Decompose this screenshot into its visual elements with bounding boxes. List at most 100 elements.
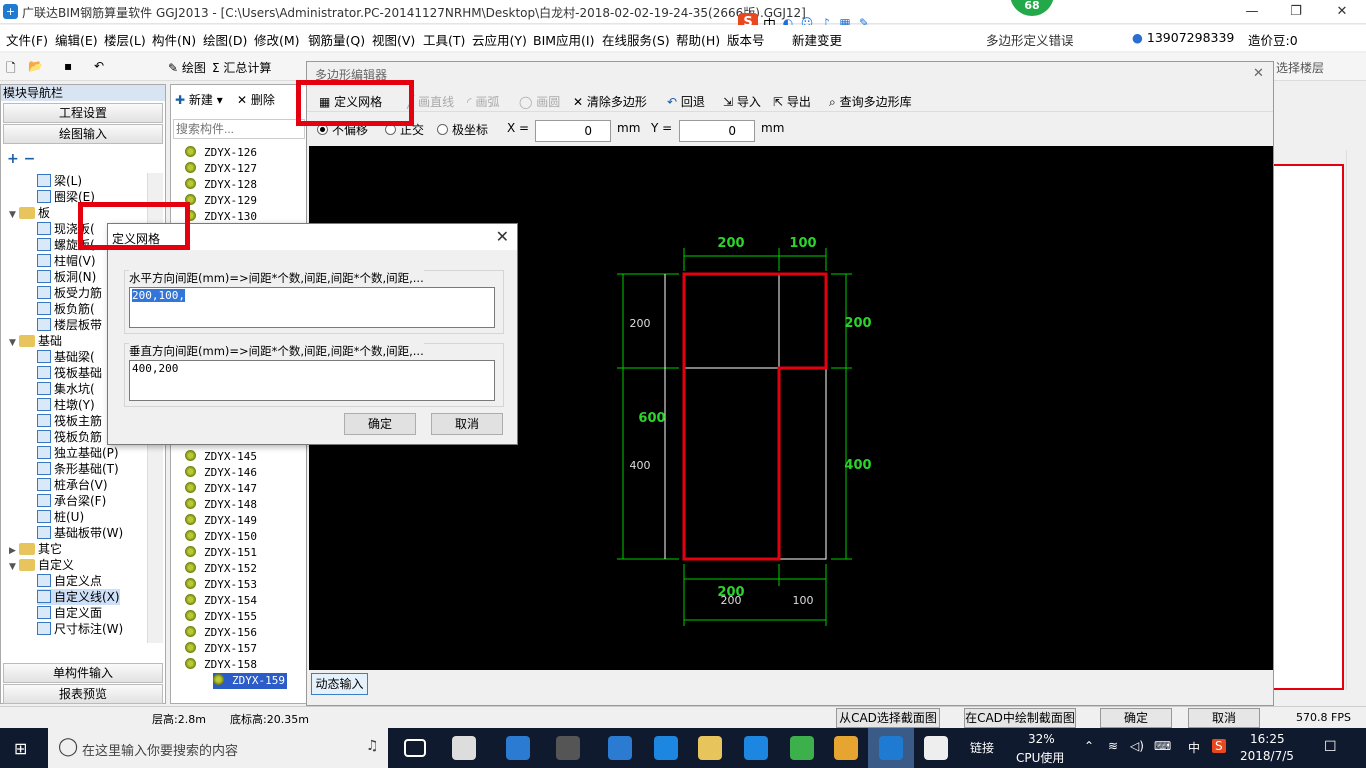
engineering-settings-button[interactable]: 工程设置 — [3, 103, 163, 123]
list-item[interactable]: ZDYX-145 — [185, 449, 257, 465]
sogou-tray-icon[interactable]: S — [1212, 739, 1226, 753]
close-button[interactable]: ✕ — [1322, 2, 1362, 22]
list-item[interactable]: ZDYX-127 — [185, 161, 257, 177]
menu-help[interactable]: 帮助(H) — [676, 30, 720, 49]
list-item[interactable]: ZDYX-129 — [185, 193, 257, 209]
collapse-icon[interactable]: ▼ — [9, 207, 19, 223]
mic-icon[interactable]: ♫ — [366, 738, 379, 754]
editor-cancel-button[interactable]: 取消 — [1188, 708, 1260, 728]
dialog-cancel-button[interactable]: 取消 — [431, 413, 503, 435]
draw-button[interactable]: ✎ 绘图 — [168, 59, 206, 76]
polar-radio[interactable]: 极坐标 — [437, 121, 488, 138]
list-item[interactable]: ZDYX-146 — [185, 465, 257, 481]
menu-cloud[interactable]: 云应用(Y) — [472, 30, 527, 49]
draw-circle-button[interactable]: ◯ 画圆 — [519, 93, 560, 110]
polygon-shape[interactable] — [682, 272, 828, 561]
y-input[interactable]: 0 — [679, 120, 755, 142]
app-icon-2[interactable] — [556, 736, 580, 760]
menu-edit[interactable]: 编辑(E) — [55, 30, 98, 49]
tree-item-selected[interactable]: 自定义线(X) — [37, 589, 120, 605]
fan-app-icon[interactable] — [452, 736, 476, 760]
wifi-icon[interactable]: ≋ — [1108, 739, 1118, 753]
tree-item[interactable]: 板受力筋 — [37, 285, 102, 301]
no-offset-radio[interactable]: 不偏移 — [317, 121, 368, 138]
list-item[interactable]: ZDYX-147 — [185, 481, 257, 497]
menu-file[interactable]: 文件(F) — [6, 30, 48, 49]
undo-button[interactable]: ↶ 回退 — [667, 93, 705, 110]
app-icon-4[interactable] — [924, 736, 948, 760]
notepad-icon[interactable] — [834, 736, 858, 760]
edge-icon[interactable] — [608, 736, 632, 760]
menu-version[interactable]: 版本号 — [727, 30, 765, 49]
list-item[interactable]: ZDYX-148 — [185, 497, 257, 513]
clear-polygon-button[interactable]: ✕ 清除多边形 — [573, 93, 647, 110]
task-view-icon[interactable] — [404, 739, 426, 757]
minimize-button[interactable]: — — [1232, 2, 1272, 22]
tree-item[interactable]: 桩承台(V) — [37, 477, 108, 493]
ortho-radio[interactable]: 正交 — [385, 121, 424, 138]
dynamic-input-button[interactable]: 动态输入 — [311, 673, 368, 695]
tree-item[interactable]: 条形基础(T) — [37, 461, 119, 477]
menu-draw[interactable]: 绘图(D) — [203, 30, 247, 49]
select-from-cad-button[interactable]: 从CAD选择截面图 — [836, 708, 940, 728]
tree-item[interactable]: 板负筋( — [37, 301, 95, 317]
tray-up-icon[interactable]: ⌃ — [1084, 739, 1094, 753]
sum-button[interactable]: Σ 汇总计算 — [212, 59, 271, 76]
windows-start-icon[interactable]: ⊞ — [14, 739, 27, 758]
tray-link[interactable]: 链接 — [970, 739, 994, 756]
tree-folder[interactable]: ▼ 板 — [9, 205, 50, 221]
list-item[interactable]: ZDYX-158 — [185, 657, 257, 673]
volume-icon[interactable]: ◁) — [1130, 739, 1144, 753]
vertical-spacing-input[interactable]: 400,200 — [129, 360, 495, 401]
taskbar-search[interactable]: ◯ 在这里输入你要搜索的内容 ♫ — [48, 728, 388, 768]
dialog-ok-button[interactable]: 确定 — [344, 413, 416, 435]
list-item[interactable]: ZDYX-149 — [185, 513, 257, 529]
browser-icon[interactable] — [744, 736, 768, 760]
tree-item[interactable]: 独立基础(P) — [37, 445, 119, 461]
tree-item[interactable]: 板洞(N) — [37, 269, 96, 285]
list-item[interactable]: ZDYX-154 — [185, 593, 257, 609]
tree-item[interactable]: 筏板负筋 — [37, 429, 102, 445]
tree-item[interactable]: 筏板主筋 — [37, 413, 102, 429]
tree-item[interactable]: 柱帽(V) — [37, 253, 96, 269]
menu-view[interactable]: 视图(V) — [372, 30, 415, 49]
menu-tools[interactable]: 工具(T) — [423, 30, 465, 49]
draw-arc-button[interactable]: ◜ 画弧 — [467, 93, 500, 110]
menu-rebar[interactable]: 钢筋量(Q) — [308, 30, 365, 49]
new-component-button[interactable]: ✚ 新建 ▾ — [175, 91, 223, 108]
draw-line-button[interactable]: ╱ 画直线 — [407, 93, 454, 110]
notification-icon[interactable]: ☐ — [1324, 739, 1337, 755]
collapse-icon[interactable]: ▼ — [9, 335, 19, 351]
undo-icon[interactable]: ↶ — [94, 59, 104, 73]
keyboard-icon[interactable]: ⌨ — [1154, 739, 1171, 753]
horizontal-spacing-input[interactable]: 200,100, — [129, 287, 495, 328]
menu-floor[interactable]: 楼层(L) — [104, 30, 146, 49]
menu-change[interactable]: 新建变更 — [792, 30, 842, 49]
editor-ok-button[interactable]: 确定 — [1100, 708, 1172, 728]
define-grid-button[interactable]: ▦ 定义网格 — [319, 93, 382, 110]
list-item[interactable]: ZDYX-151 — [185, 545, 257, 561]
tree-item[interactable]: 梁(L) — [37, 173, 82, 189]
menu-online[interactable]: 在线服务(S) — [602, 30, 670, 49]
tree-item[interactable]: 螺旋板( — [37, 237, 95, 253]
tree-folder[interactable]: ▼ 基础 — [9, 333, 62, 349]
ie-icon[interactable] — [506, 736, 530, 760]
tree-folder[interactable]: ▼ 自定义 — [9, 557, 74, 573]
query-library-button[interactable]: ⌕ 查询多边形库 — [829, 93, 912, 110]
open-icon[interactable]: 📂 — [28, 59, 43, 73]
list-item[interactable]: ZDYX-153 — [185, 577, 257, 593]
list-item[interactable]: ZDYX-126 — [185, 145, 257, 161]
save-icon[interactable]: ▪ — [64, 59, 72, 73]
export-button[interactable]: ⇱ 导出 — [773, 93, 811, 110]
tree-folder[interactable]: ▶ 其它 — [9, 541, 62, 557]
tree-item[interactable]: 基础板带(W) — [37, 525, 123, 541]
dialog-close-icon[interactable]: ✕ — [496, 227, 509, 246]
menu-bim[interactable]: BIM应用(I) — [533, 30, 595, 49]
list-item-selected[interactable]: ZDYX-159 — [213, 673, 287, 689]
list-item[interactable]: ZDYX-152 — [185, 561, 257, 577]
tree-item[interactable]: 筏板基础 — [37, 365, 102, 381]
user-account[interactable]: ● 13907298339 — [1132, 30, 1234, 45]
tree-item[interactable]: 基础梁( — [37, 349, 95, 365]
delete-component-button[interactable]: ✕ 删除 — [237, 91, 275, 108]
editor-close-icon[interactable]: ✕ — [1253, 66, 1264, 81]
